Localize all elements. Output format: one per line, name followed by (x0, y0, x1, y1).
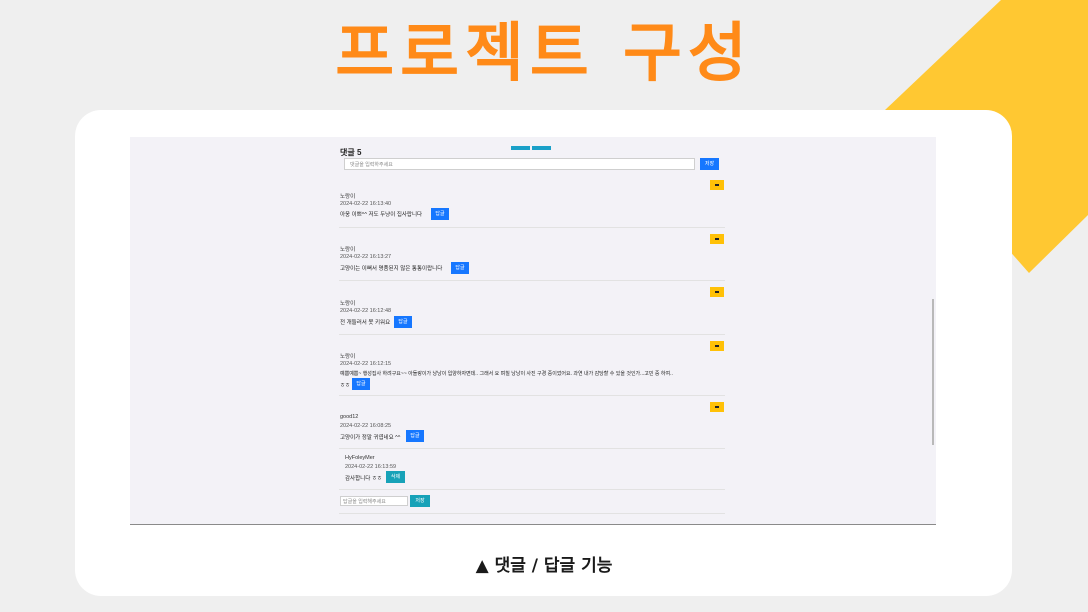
slide-caption: ▲ 댓글 / 답글 기능 (475, 556, 613, 576)
scrollbar[interactable] (932, 299, 934, 445)
reply-input[interactable]: 답글을 입력해주세요 (340, 496, 408, 506)
collapse-button[interactable] (710, 341, 724, 351)
comment-author: 노랑이 (340, 354, 356, 360)
comment-text-continued: ㅎㅎ (340, 383, 351, 389)
slide-title: 프로젝트 구성 (335, 17, 753, 91)
reply-button[interactable]: 답글 (431, 208, 449, 220)
comment-text: 전 개들러서 못 키워요 (340, 320, 391, 326)
reply-button[interactable]: 답글 (394, 316, 412, 328)
comment-author: 노랑이 (340, 247, 356, 253)
comment-author: good12 (340, 414, 359, 420)
divider (339, 227, 725, 228)
collapse-button[interactable] (710, 234, 724, 244)
comment-date: 2024-02-22 16:12:15 (340, 361, 392, 367)
reply-button[interactable]: 답글 (451, 262, 469, 274)
comment-author: 노랑이 (340, 194, 356, 200)
reply-submit-button[interactable]: 저장 (410, 495, 430, 507)
comment-text: 고양이는 이뻐서 명품된지 않은 통통이랍니다 (340, 266, 443, 272)
comment-input[interactable]: 댓글을 입력하주세요 (344, 158, 695, 170)
comment-section: 댓글 5 댓글을 입력하주세요 저장 노랑이 2024-02-22 16:13:… (339, 137, 726, 524)
delete-button[interactable]: 삭제 (386, 471, 405, 483)
comment-date: 2024-02-22 16:12:48 (340, 308, 392, 314)
collapse-button[interactable] (710, 402, 724, 412)
divider (339, 395, 725, 396)
divider (339, 448, 725, 449)
collapse-button[interactable] (710, 180, 724, 190)
divider (339, 280, 725, 281)
divider (339, 489, 725, 490)
embedded-screenshot: 댓글 5 댓글을 입력하주세요 저장 노랑이 2024-02-22 16:13:… (130, 137, 936, 525)
reply-button[interactable]: 답글 (352, 378, 370, 390)
reply-date: 2024-02-22 16:13:59 (345, 464, 397, 470)
comment-text: 예쁨예쁨~ 행성집사 하려구요~~ 아들랑이가 낭낭이 입양하자면데.. 그래서… (340, 371, 673, 377)
collapse-button[interactable] (710, 287, 724, 297)
divider (339, 513, 725, 514)
comment-text: 아웅 이쁘^^ 저도 두냥이 집사랍니다 (340, 212, 423, 218)
comment-text: 고양이가 정말 귀엽네요 ^^ (340, 435, 401, 441)
comment-date: 2024-02-22 16:13:27 (340, 254, 392, 260)
divider (339, 334, 725, 335)
comment-count: 댓글 5 (340, 148, 362, 157)
save-button[interactable]: 저장 (700, 158, 719, 170)
reply-text: 감사합니다 ㅎㅎ (345, 476, 382, 482)
reply-author: HyFoleyMer (345, 455, 375, 461)
comment-date: 2024-02-22 16:08:25 (340, 423, 392, 429)
reply-button[interactable]: 답글 (406, 430, 424, 442)
comment-date: 2024-02-22 16:13:40 (340, 201, 392, 207)
comment-author: 노랑이 (340, 301, 356, 307)
